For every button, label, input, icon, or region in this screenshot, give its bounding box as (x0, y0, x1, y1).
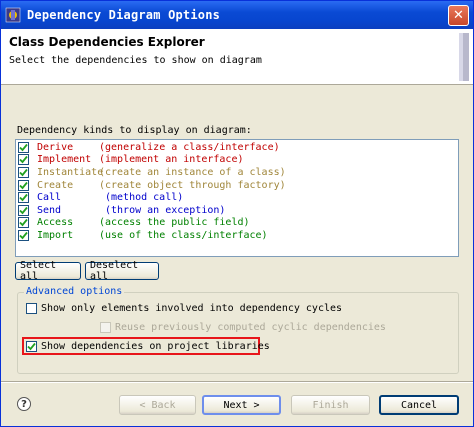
check-icon (19, 143, 28, 152)
libraries-checkbox[interactable] (26, 341, 37, 352)
dependency-kind-checkbox[interactable] (18, 141, 29, 153)
select-all-button[interactable]: Select all (15, 260, 81, 282)
dependency-kinds-list[interactable]: Derive (generalize a class/interface) Impl… (15, 139, 459, 257)
select-all-label: Select all (20, 260, 57, 282)
app-icon (5, 7, 21, 23)
check-icon (19, 194, 28, 202)
dependency-kind-description: (use of the class/interface) (99, 229, 268, 241)
dependency-kind-name: Call (37, 192, 62, 204)
dependency-kind-name: Send (37, 204, 62, 216)
dependency-kind-checkbox[interactable] (18, 229, 29, 241)
deselect-all-label: Deselect all (90, 260, 139, 282)
wizard-footer: ? < Back Next > Finish Cancel (1, 394, 473, 416)
advanced-options-group: Advanced options Show only elements invo… (17, 286, 459, 374)
dependency-kind-name: Create (37, 179, 74, 191)
title-bar[interactable]: Dependency Diagram Options ✕ (1, 1, 473, 29)
dependency-kind-checkbox[interactable] (18, 204, 29, 216)
help-icon[interactable]: ? (17, 397, 31, 411)
help-glyph: ? (21, 398, 27, 410)
wizard-banner-icon (459, 33, 469, 81)
finish-button[interactable]: Finish (291, 395, 370, 415)
reuse-option: Reuse previously computed cyclic depende… (100, 322, 386, 333)
dialog-window: Dependency Diagram Options ✕ Class Depen… (0, 0, 474, 427)
cancel-button[interactable]: Cancel (379, 395, 459, 415)
check-icon (19, 168, 28, 177)
dependency-kind-checkbox[interactable] (18, 179, 29, 191)
close-icon: ✕ (453, 7, 464, 23)
libraries-label: Show dependencies on project libraries (41, 341, 270, 352)
dependency-kind-name: Import (37, 229, 74, 241)
dependency-kind-row[interactable]: Call (method call) (18, 191, 456, 204)
dependency-kind-checkbox[interactable] (18, 217, 29, 229)
dependency-kind-description: (create object through factory) (99, 179, 286, 191)
dependency-kind-row[interactable]: Import (use of the class/interface) (18, 229, 456, 242)
cancel-label: Cancel (400, 399, 438, 411)
cycles-label: Show only elements involved into depende… (41, 303, 343, 314)
dependency-kind-row[interactable]: Instantiate (create an instance of a clas… (18, 166, 456, 179)
dependency-kind-checkbox[interactable] (18, 166, 29, 178)
window-title: Dependency Diagram Options (27, 8, 221, 22)
back-button[interactable]: < Back (119, 395, 196, 415)
page-title: Class Dependencies Explorer (9, 35, 205, 49)
dependency-kind-description: (throw an exception) (105, 204, 226, 216)
dependency-kind-description: (create an instance of a class) (99, 166, 286, 178)
selection-buttons: Select all Deselect all (15, 260, 459, 282)
dependency-kind-description: (method call) (105, 192, 184, 204)
finish-label: Finish (312, 399, 349, 411)
cycles-option[interactable]: Show only elements involved into depende… (26, 303, 342, 314)
dependency-kind-row[interactable]: Implement (implement an interface) (18, 154, 456, 167)
dependency-kind-row[interactable]: Create (create object through factory) (18, 179, 456, 192)
dependency-kind-description: (generalize a class/interface) (99, 141, 280, 153)
wizard-header: Class Dependencies Explorer Select the d… (1, 29, 473, 85)
advanced-options-legend: Advanced options (24, 286, 125, 297)
back-label: < Back (139, 399, 176, 411)
deselect-all-button[interactable]: Deselect all (85, 260, 159, 282)
dependency-kind-name: Instantiate (37, 166, 104, 178)
page-description: Select the dependencies to show on diagr… (9, 55, 262, 66)
check-icon (19, 181, 28, 189)
check-icon (19, 156, 28, 164)
check-icon (19, 206, 28, 215)
dependency-kind-name: Access (37, 217, 74, 229)
check-icon (19, 219, 28, 227)
dependency-kind-row[interactable]: Access (access the public field) (18, 217, 456, 230)
libraries-option[interactable]: Show dependencies on project libraries (26, 341, 270, 352)
next-button[interactable]: Next > (202, 395, 281, 415)
wizard-body: Dependency kinds to display on diagram: … (1, 85, 473, 374)
dependency-kind-description: (implement an interface) (99, 154, 244, 166)
reuse-checkbox (100, 322, 111, 333)
dependency-kind-name: Implement (37, 154, 92, 166)
close-button[interactable]: ✕ (448, 4, 469, 26)
check-icon (27, 342, 36, 351)
cycles-checkbox[interactable] (26, 303, 37, 314)
reuse-label: Reuse previously computed cyclic depende… (115, 322, 386, 333)
dependency-kind-checkbox[interactable] (18, 192, 29, 204)
dependency-kind-row[interactable]: Derive (generalize a class/interface) (18, 141, 456, 154)
check-icon (19, 231, 28, 240)
dependency-kind-row[interactable]: Send (throw an exception) (18, 204, 456, 217)
dependency-kind-description: (access the public field) (99, 217, 250, 229)
dependency-kinds-label: Dependency kinds to display on diagram: (17, 125, 252, 136)
footer-separator (1, 381, 473, 383)
next-label: Next > (223, 399, 260, 411)
dependency-kind-name: Derive (37, 141, 74, 153)
dependency-kind-checkbox[interactable] (18, 154, 29, 166)
